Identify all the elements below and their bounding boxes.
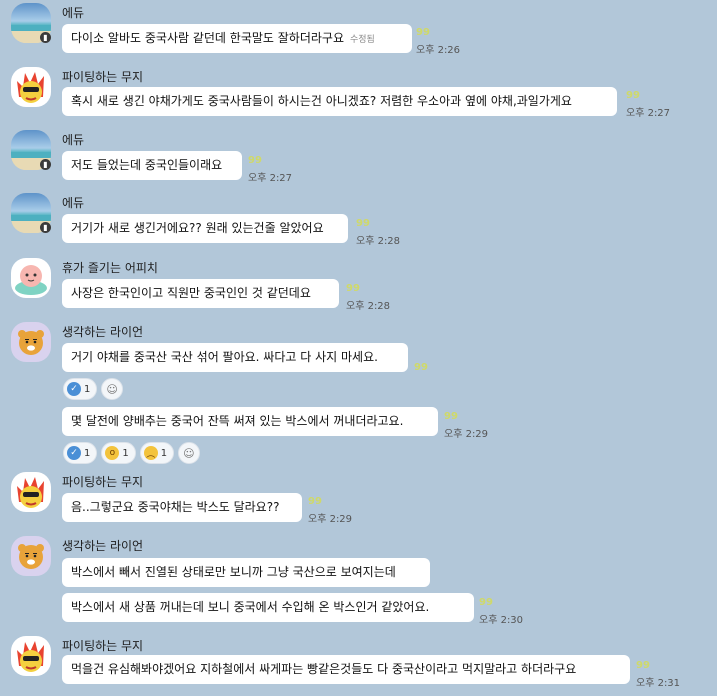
sender-name: 에듀 <box>62 196 85 210</box>
message-bubble[interactable]: 박스에서 새 상품 꺼내는데 보니 중국에서 수입해 온 박스인거 같았어요. <box>62 593 474 622</box>
surprised-face-icon: o <box>105 446 120 460</box>
message-time: 오후 2:29 <box>308 514 353 525</box>
person-icon: ☺ <box>106 382 118 396</box>
unread-count: 99 <box>346 283 360 294</box>
check-reaction-icon: ✓ <box>67 382 81 396</box>
sender-name: 파이팅하는 무지 <box>62 475 144 489</box>
edited-label: 수정됨 <box>350 35 375 45</box>
reaction-count: 1 <box>84 383 91 395</box>
sender-name: 생각하는 라이언 <box>62 325 144 339</box>
message-bubble[interactable]: 다이소 알바도 중국사람 같던데 한국말도 잘하더라구요 수정됨 <box>62 24 412 53</box>
message-text: 거기가 새로 생긴거에요?? 원래 있는건줄 알았어요 <box>71 221 324 235</box>
message-time: 오후 2:26 <box>416 45 461 56</box>
profile-badge-icon: ▮ <box>40 32 51 43</box>
message-text: 사장은 한국인이고 직원만 중국인인 것 같던데요 <box>71 286 311 300</box>
message-bubble[interactable]: 혹시 새로 생긴 야채가게도 중국사람들이 하시는건 아니겠죠? 저렴한 우소아… <box>62 87 617 116</box>
reaction-check-chip[interactable]: ✓ 1 <box>63 442 98 464</box>
unread-count: 99 <box>356 218 370 229</box>
message-text: 저도 들었는데 중국인들이래요 <box>71 158 223 172</box>
unread-count: 99 <box>414 362 428 373</box>
reaction-count: 1 <box>122 447 129 459</box>
message-bubble[interactable]: 박스에서 빼서 진열된 상태로만 보니까 그냥 국산으로 보여지는데 <box>62 558 430 587</box>
add-reaction-button[interactable]: ☺ <box>101 378 123 400</box>
message-bubble[interactable]: 음..그렇군요 중국야채는 박스도 달라요?? <box>62 493 302 522</box>
unread-count: 99 <box>479 597 493 608</box>
unread-count: 99 <box>626 90 640 101</box>
avatar-muzi[interactable] <box>11 636 51 676</box>
message-time: 오후 2:31 <box>636 678 681 689</box>
message-bubble[interactable]: 먹을건 유심해봐야겠어요 지하철에서 싸게파는 빵같은것들도 다 중국산이라고 … <box>62 655 630 684</box>
message-time: 오후 2:30 <box>479 615 524 626</box>
message-text: 박스에서 새 상품 꺼내는데 보니 중국에서 수입해 온 박스인거 같았어요. <box>71 600 430 614</box>
message-bubble[interactable]: 사장은 한국인이고 직원만 중국인인 것 같던데요 <box>62 279 339 308</box>
message-time: 오후 2:28 <box>346 301 391 312</box>
message-text: 음..그렇군요 중국야채는 박스도 달라요?? <box>71 500 280 514</box>
sender-name: 파이팅하는 무지 <box>62 70 144 84</box>
profile-badge-icon: ▮ <box>40 159 51 170</box>
message-text: 다이소 알바도 중국사람 같던데 한국말도 잘하더라구요 <box>71 31 344 45</box>
check-reaction-icon: ✓ <box>67 446 81 460</box>
message-text: 먹을건 유심해봐야겠어요 지하철에서 싸게파는 빵같은것들도 다 중국산이라고 … <box>71 662 577 676</box>
message-time: 오후 2:29 <box>444 429 489 440</box>
message-time: 오후 2:28 <box>356 236 401 247</box>
message-text: 몇 달전에 양배추는 중국어 잔뜩 써져 있는 박스에서 꺼내더라고요. <box>71 414 404 428</box>
reaction-count: 1 <box>84 447 91 459</box>
add-reaction-button[interactable]: ☺ <box>178 442 200 464</box>
sender-name: 휴가 즐기는 어피치 <box>62 261 158 275</box>
message-bubble[interactable]: 거기가 새로 생긴거에요?? 원래 있는건줄 알았어요 <box>62 214 348 243</box>
reaction-sad-chip[interactable]: ︵ 1 <box>139 442 175 464</box>
unread-count: 99 <box>444 411 458 422</box>
sender-name: 생각하는 라이언 <box>62 539 144 553</box>
message-time: 오후 2:27 <box>626 108 671 119</box>
person-icon: ☺ <box>183 446 195 460</box>
sender-name: 에듀 <box>62 133 85 147</box>
sender-name: 에듀 <box>62 6 85 20</box>
unread-count: 99 <box>308 496 322 507</box>
message-bubble[interactable]: 몇 달전에 양배추는 중국어 잔뜩 써져 있는 박스에서 꺼내더라고요. <box>62 407 438 436</box>
message-time: 오후 2:27 <box>248 173 293 184</box>
unread-count: 99 <box>416 27 430 38</box>
sad-face-icon: ︵ <box>143 446 158 460</box>
message-text: 혹시 새로 생긴 야채가게도 중국사람들이 하시는건 아니겠죠? 저렴한 우소아… <box>71 94 572 108</box>
reaction-wow-chip[interactable]: o 1 <box>101 442 136 464</box>
avatar-muzi[interactable] <box>11 472 51 512</box>
avatar-ryan[interactable] <box>11 322 51 362</box>
reaction-check-chip[interactable]: ✓ 1 <box>63 378 98 400</box>
reaction-count: 1 <box>160 447 168 459</box>
reaction-bar: ✓ 1 ☺ <box>63 378 123 400</box>
message-bubble[interactable]: 거기 야채를 중국산 국산 섞어 팔아요. 싸다고 다 사지 마세요. <box>62 343 408 372</box>
message-bubble[interactable]: 저도 들었는데 중국인들이래요 <box>62 151 242 180</box>
message-text: 박스에서 빼서 진열된 상태로만 보니까 그냥 국산으로 보여지는데 <box>71 565 396 579</box>
reaction-bar: ✓ 1 o 1 ︵ 1 ☺ <box>63 442 200 464</box>
sender-name: 파이팅하는 무지 <box>62 639 144 653</box>
unread-count: 99 <box>636 660 650 671</box>
avatar-apeach[interactable] <box>11 258 51 298</box>
message-text: 거기 야채를 중국산 국산 섞어 팔아요. 싸다고 다 사지 마세요. <box>71 350 378 364</box>
profile-badge-icon: ▮ <box>40 222 51 233</box>
avatar-ryan[interactable] <box>11 536 51 576</box>
avatar-muzi[interactable] <box>11 67 51 107</box>
unread-count: 99 <box>248 155 262 166</box>
